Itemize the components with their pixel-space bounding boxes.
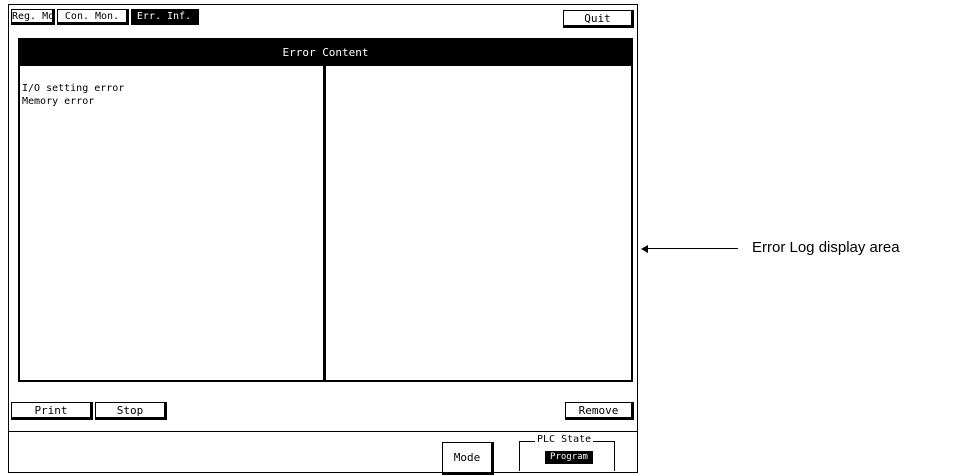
arrow-line [648, 248, 738, 249]
tab-con-mon[interactable]: Con. Mon. [57, 9, 129, 25]
remove-button[interactable]: Remove [565, 402, 634, 420]
error-list: I/O setting error Memory error [22, 82, 124, 108]
panel-divider [323, 66, 326, 380]
plc-state-value: Program [545, 451, 593, 464]
arrow-head-icon [641, 245, 648, 253]
plc-state-title: PLC State [535, 433, 594, 447]
mode-button[interactable]: Mode [442, 442, 494, 475]
quit-button[interactable]: Quit [563, 10, 634, 28]
status-divider [9, 431, 637, 432]
error-log-panel: Error Content I/O setting error Memory e… [18, 38, 633, 382]
plc-state-group: PLC State Program [519, 433, 619, 471]
panel-title: Error Content [20, 40, 631, 66]
error-item[interactable]: I/O setting error [22, 82, 124, 95]
stop-button[interactable]: Stop [95, 402, 167, 420]
tab-reg-mon[interactable]: Reg. Mon. [11, 9, 55, 25]
print-button[interactable]: Print [11, 402, 93, 420]
tab-err-inf[interactable]: Err. Inf. [131, 9, 199, 25]
error-log-annotation: Error Log display area [752, 239, 900, 256]
error-item[interactable]: Memory error [22, 95, 124, 108]
hmi-screen: Reg. Mon. Con. Mon. Err. Inf. Quit Error… [8, 4, 638, 475]
